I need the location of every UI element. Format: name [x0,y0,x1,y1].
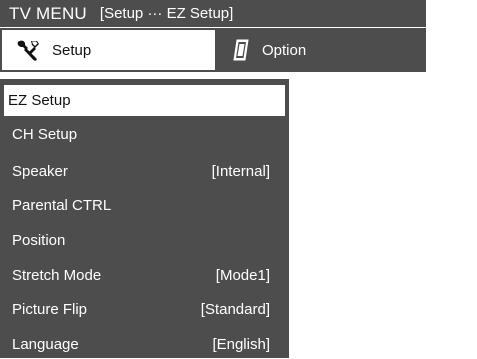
menu-item-position[interactable]: Position [0,225,289,255]
wrench-icon [16,39,40,61]
tab-setup[interactable]: Setup [2,30,215,70]
menu-item-label: Stretch Mode [12,266,102,284]
tab-bar: Setup Option [0,28,426,72]
menu-item-ch-setup[interactable]: CH Setup [0,119,289,149]
menu-item-value: [English] [212,335,270,353]
tab-option[interactable]: Option [216,28,426,72]
menu-item-label: Speaker [12,162,68,180]
tab-option-label: Option [262,41,307,59]
menu-item-ez-setup[interactable]: EZ Setup [4,85,285,116]
menu-item-value: [Internal] [211,162,270,180]
menu-item-parental-ctrl[interactable]: Parental CTRL [0,190,289,220]
title-bar: TV MENU [Setup ··· EZ Setup] [0,0,426,27]
menu-title: TV MENU [9,3,87,23]
menu-item-label: EZ Setup [8,92,71,109]
menu-item-speaker[interactable]: Speaker [Internal] [0,156,289,186]
menu-item-label: Picture Flip [12,300,88,318]
menu-item-language[interactable]: Language [English] [0,329,289,359]
breadcrumb: [Setup ··· EZ Setup] [99,5,234,22]
menu-item-label: Position [12,231,66,249]
document-icon [232,39,250,61]
menu-item-value: [Mode1] [215,266,270,284]
menu-item-stretch-mode[interactable]: Stretch Mode [Mode1] [0,260,289,290]
menu-item-label: CH Setup [12,125,78,143]
setup-menu: EZ Setup CH Setup Speaker [Internal] Par… [0,79,289,358]
menu-item-picture-flip[interactable]: Picture Flip [Standard] [0,294,289,324]
tab-setup-label: Setup [52,41,92,59]
menu-item-label: Language [12,335,79,353]
menu-item-label: Parental CTRL [12,196,112,214]
menu-item-value: [Standard] [200,300,270,318]
